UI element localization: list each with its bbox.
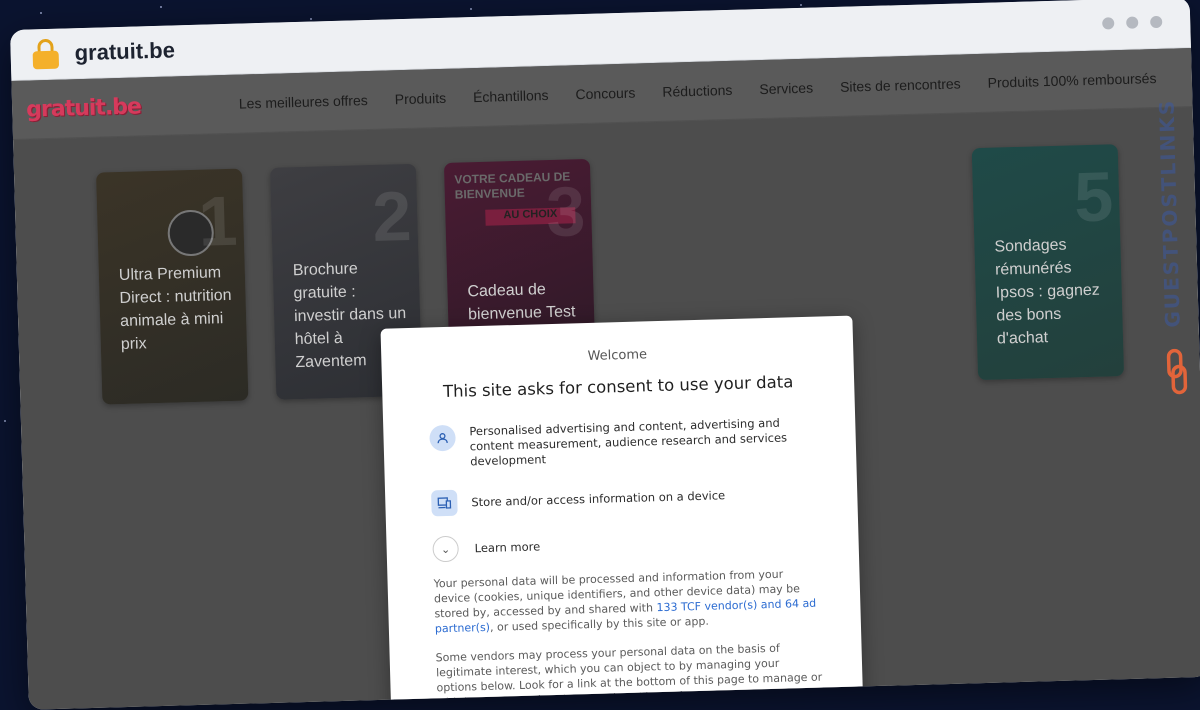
- url-text[interactable]: gratuit.be: [74, 37, 175, 66]
- paragraph-text: Your personal data will be processed and…: [433, 568, 800, 621]
- window-dot-icon[interactable]: [1126, 16, 1138, 28]
- nav-item[interactable]: Services: [759, 80, 813, 97]
- consent-paragraph: Your personal data will be processed and…: [433, 566, 821, 637]
- card-title: Sondages rémunérés Ipsos : gagnez des bo…: [994, 232, 1113, 350]
- device-icon: [431, 490, 458, 517]
- consent-heading: This site asks for consent to use your d…: [382, 371, 854, 403]
- browser-window: gratuit.be gratuit.be Les meilleures off…: [10, 0, 1200, 710]
- link-icon: [1165, 348, 1188, 395]
- site-viewport: gratuit.be Les meilleures offres Produit…: [11, 48, 1200, 710]
- purpose-text: Store and/or access information on a dev…: [471, 488, 725, 510]
- card-rank: 2: [371, 176, 412, 257]
- card-rank: 1: [197, 181, 238, 262]
- nav-item[interactable]: Produits: [395, 90, 447, 107]
- nav-item[interactable]: Échantillons: [473, 87, 549, 105]
- window-dot-icon[interactable]: [1150, 16, 1162, 28]
- card-title: Ultra Premium Direct : nutrition animale…: [119, 261, 238, 356]
- main-menu: Les meilleures offres Produits Échantill…: [239, 69, 1184, 111]
- consent-dialog: Welcome This site asks for consent to us…: [380, 316, 863, 710]
- nav-item[interactable]: Concours: [575, 85, 635, 103]
- learn-more-toggle[interactable]: ⌄ Learn more: [432, 525, 859, 563]
- user-icon: [429, 425, 456, 452]
- offer-card[interactable]: 5 Sondages rémunérés Ipsos : gagnez des …: [972, 144, 1124, 380]
- purpose-text: Personalised advertising and content, ad…: [469, 415, 818, 470]
- nav-item[interactable]: Sites de rencontres: [840, 75, 961, 94]
- card-rank: 3: [545, 171, 586, 252]
- lock-icon: [32, 39, 59, 70]
- consent-welcome: Welcome: [381, 342, 853, 370]
- chevron-down-icon[interactable]: ⌄: [432, 536, 459, 563]
- card-rank: 5: [1073, 156, 1114, 237]
- nav-item[interactable]: Produits 100% remboursés: [987, 70, 1156, 91]
- offer-card[interactable]: 1 Ultra Premium Direct : nutrition anima…: [96, 169, 248, 405]
- consent-purpose: Personalised advertising and content, ad…: [429, 415, 818, 471]
- window-controls: [1102, 16, 1162, 30]
- consent-paragraph: Some vendors may process your personal d…: [435, 640, 823, 710]
- learn-more-label[interactable]: Learn more: [474, 539, 540, 555]
- site-logo[interactable]: gratuit.be: [26, 94, 141, 122]
- window-dot-icon[interactable]: [1102, 17, 1114, 29]
- nav-item[interactable]: Réductions: [662, 82, 732, 100]
- watermark-text: GUESTPOSTLINKS: [1154, 98, 1184, 327]
- consent-purpose: Store and/or access information on a dev…: [431, 480, 820, 517]
- nav-item[interactable]: Les meilleures offres: [239, 92, 368, 112]
